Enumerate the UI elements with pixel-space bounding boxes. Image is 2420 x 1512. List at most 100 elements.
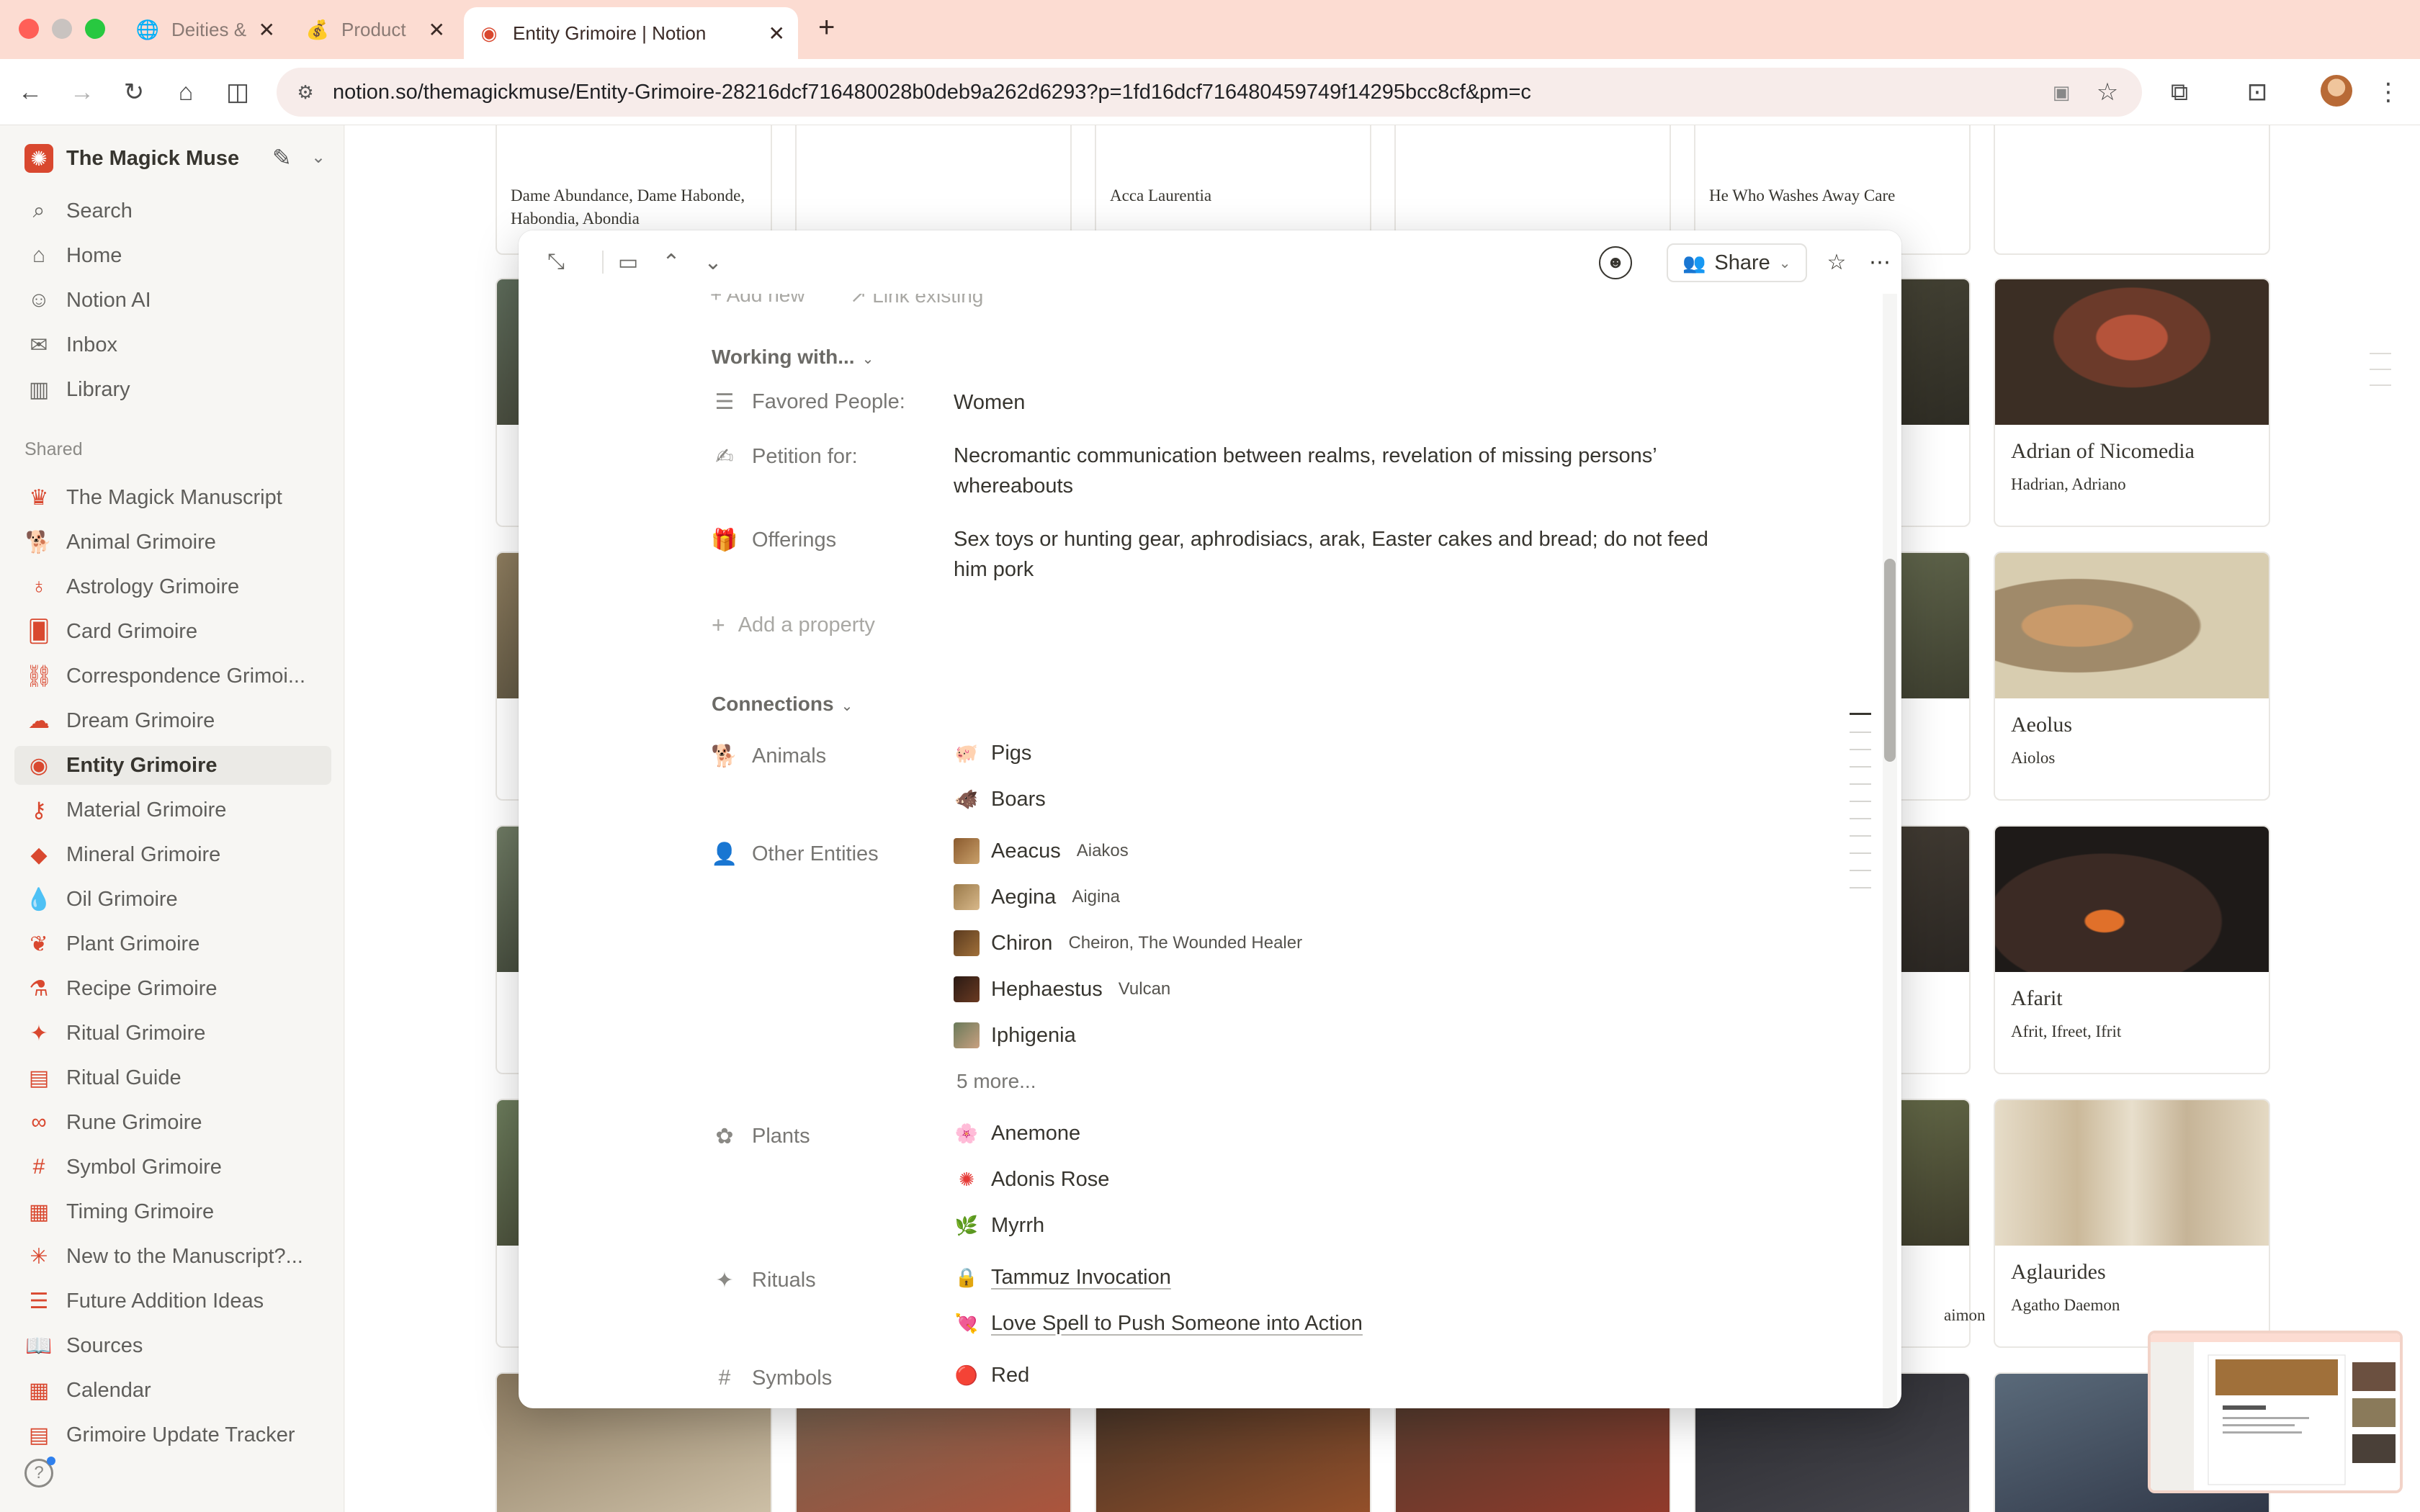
sidebar-item-recipe-grimoire[interactable]: ⚗ Recipe Grimoire	[14, 969, 331, 1008]
property-favored-people[interactable]: ☰ Favored People:	[710, 387, 905, 416]
property-petition-for[interactable]: ✍ Petition for:	[710, 442, 857, 471]
property-symbols[interactable]: # Symbols	[710, 1364, 833, 1392]
sidebar-item-symbol-grimoire[interactable]: # Symbol Grimoire	[14, 1148, 331, 1187]
sidebar-item-library[interactable]: ▥ Library	[14, 370, 331, 409]
page-minimap-preview[interactable]	[2148, 1331, 2403, 1493]
sidebar-item-card-grimoire[interactable]: 🂠 Card Grimoire	[14, 612, 331, 651]
relation-aeacus[interactable]: Aeacus Aiakos	[954, 838, 1129, 864]
collaborator-avatar[interactable]: ☻	[1599, 246, 1632, 279]
browser-tab-entity-grimoire[interactable]: ◉ Entity Grimoire | Notion ✕	[464, 7, 798, 59]
notion-extension-icon[interactable]: ▣	[2045, 76, 2077, 108]
close-tab-icon[interactable]: ✕	[429, 18, 445, 42]
sidebar-item-rune-grimoire[interactable]: ∞ Rune Grimoire	[14, 1103, 331, 1142]
profile-avatar[interactable]	[2321, 75, 2352, 107]
sidebar-item-animal-grimoire[interactable]: 🐕 Animal Grimoire	[14, 523, 331, 562]
sidebar-item-plant-grimoire[interactable]: ❦ Plant Grimoire	[14, 924, 331, 963]
toc-indicator[interactable]	[1850, 852, 1871, 854]
home-icon[interactable]: ⌂	[170, 76, 202, 108]
gallery-card-adrian[interactable]: Adrian of Nicomedia Hadrian, Adriano	[1994, 278, 2270, 527]
gallery-card-aeolus[interactable]: Aeolus Aiolos	[1994, 552, 2270, 801]
sidebar-item-home[interactable]: ⌂ Home	[14, 236, 331, 275]
gallery-card-aglaurides[interactable]: Aglaurides Agatho Daemon	[1994, 1099, 2270, 1348]
sidebar-item-ritual-grimoire[interactable]: ✦ Ritual Grimoire	[14, 1014, 331, 1053]
sidebar-item-correspondence-grimoire[interactable]: ⛓ Correspondence Grimoi...	[14, 657, 331, 696]
toc-indicator[interactable]	[1850, 887, 1871, 888]
toc-indicator[interactable]	[1850, 766, 1871, 768]
modal-scrollbar-track[interactable]	[1883, 294, 1897, 1408]
browser-tab-deities[interactable]: 🌐 Deities & ✕	[122, 7, 288, 52]
sidebar-item-mineral-grimoire[interactable]: ◆ Mineral Grimoire	[14, 835, 331, 874]
sidebar-item-oil-grimoire[interactable]: 💧 Oil Grimoire	[14, 880, 331, 919]
workspace-switcher[interactable]: ✺ The Magick Muse	[24, 143, 239, 174]
property-animals[interactable]: 🐕 Animals	[710, 742, 826, 770]
favorite-star-icon[interactable]: ☆	[1821, 246, 1852, 278]
new-page-icon[interactable]: ✎	[272, 144, 292, 171]
bookmark-star-icon[interactable]: ☆	[2092, 76, 2123, 108]
gallery-card[interactable]	[1994, 125, 2270, 255]
relation-hephaestus[interactable]: Hephaestus Vulcan	[954, 976, 1170, 1002]
sidebar-item-grimoire-update-tracker[interactable]: ▤ Grimoire Update Tracker	[14, 1416, 331, 1454]
sidebar-item-sources[interactable]: 📖 Sources	[14, 1326, 331, 1365]
expand-icon[interactable]: ⤡	[540, 246, 572, 278]
toc-indicator[interactable]	[1850, 732, 1871, 733]
toc-indicator-active[interactable]	[1850, 713, 1871, 715]
modal-scrollbar-thumb[interactable]	[1884, 559, 1896, 762]
relation-adonis-rose[interactable]: ✺ Adonis Rose	[954, 1166, 1109, 1192]
connections-section-toggle[interactable]: Connections ⌄	[712, 693, 853, 716]
sidebar-toggle-icon[interactable]: ◫	[222, 76, 254, 108]
show-more-entities-link[interactable]: 5 more...	[956, 1070, 1036, 1093]
close-window-button[interactable]	[19, 19, 39, 39]
forward-button[interactable]: →	[66, 76, 98, 108]
address-bar[interactable]: ⚙ notion.so/themagickmuse/Entity-Grimoir…	[277, 68, 2142, 117]
add-property-button[interactable]: + Add a property	[712, 612, 875, 639]
sidebar-item-inbox[interactable]: ✉ Inbox	[14, 325, 331, 364]
sidebar-item-calendar[interactable]: ▦ Calendar	[14, 1371, 331, 1410]
relation-pigs[interactable]: 🐖 Pigs	[954, 740, 1032, 766]
toc-indicator[interactable]	[1850, 870, 1871, 871]
relation-love-spell[interactable]: 💘 Love Spell to Push Someone into Action	[954, 1310, 1363, 1336]
relation-anemone[interactable]: 🌸 Anemone	[954, 1120, 1080, 1146]
maximize-window-button[interactable]	[85, 19, 105, 39]
relation-iphigenia[interactable]: Iphigenia	[954, 1022, 1076, 1048]
relation-red[interactable]: 🔴 Red	[954, 1362, 1029, 1388]
property-rituals[interactable]: ✦ Rituals	[710, 1266, 815, 1295]
toc-indicator[interactable]	[1850, 783, 1871, 785]
sidebar-item-entity-grimoire[interactable]: ◉ Entity Grimoire	[14, 746, 331, 785]
back-button[interactable]: ←	[14, 76, 46, 108]
sidebar-item-material-grimoire[interactable]: ⚷ Material Grimoire	[14, 791, 331, 829]
sidebar-item-dream-grimoire[interactable]: ☁ Dream Grimoire	[14, 701, 331, 740]
property-value-favored-people[interactable]: Women	[954, 387, 1717, 418]
sidebar-item-new-to-manuscript[interactable]: ✳ New to the Manuscript?...	[14, 1237, 331, 1276]
more-options-icon[interactable]: ⋯	[1864, 246, 1896, 278]
sidebar-item-notion-ai[interactable]: ☺ Notion AI	[14, 281, 331, 320]
property-value-offerings[interactable]: Sex toys or hunting gear, aphrodisiacs, …	[954, 524, 1717, 585]
tab-search-icon[interactable]: ⊡	[2241, 76, 2273, 108]
toc-indicator[interactable]	[1850, 818, 1871, 819]
new-tab-button[interactable]: +	[818, 12, 835, 44]
sidebar-item-ritual-guide[interactable]: ▤ Ritual Guide	[14, 1058, 331, 1097]
relation-chiron[interactable]: Chiron Cheiron, The Wounded Healer	[954, 930, 1302, 956]
site-settings-icon[interactable]: ⚙	[292, 79, 318, 105]
relation-boars[interactable]: 🐗 Boars	[954, 786, 1046, 812]
toc-indicator[interactable]	[1850, 801, 1871, 802]
working-with-section-toggle[interactable]: Working with... ⌄	[712, 346, 874, 369]
minimize-window-button[interactable]	[52, 19, 72, 39]
extensions-icon[interactable]: ⧉	[2164, 76, 2195, 108]
chevron-down-icon[interactable]: ⌄	[697, 246, 729, 278]
browser-menu-icon[interactable]: ⋮	[2372, 76, 2404, 108]
share-button[interactable]: 👥 Share ⌄	[1667, 243, 1807, 282]
gallery-card-afarit[interactable]: Afarit Afrit, Ifreet, Ifrit	[1994, 825, 2270, 1074]
relation-myrrh[interactable]: 🌿 Myrrh	[954, 1212, 1044, 1238]
chevron-down-icon[interactable]: ⌄	[311, 147, 326, 168]
sidebar-item-magick-manuscript[interactable]: ♛ The Magick Manuscript	[14, 478, 331, 517]
sidebar-item-future-addition-ideas[interactable]: ☰ Future Addition Ideas	[14, 1282, 331, 1320]
reload-button[interactable]: ↻	[118, 76, 150, 108]
sidebar-item-astrology-grimoire[interactable]: ♁ Astrology Grimoire	[14, 567, 331, 606]
chevron-up-icon[interactable]: ⌃	[655, 246, 687, 278]
browser-tab-product[interactable]: 💰 Product ✕	[292, 7, 458, 52]
peek-mode-icon[interactable]: ▭	[612, 246, 644, 278]
property-plants[interactable]: ✿ Plants	[710, 1122, 810, 1151]
property-other-entities[interactable]: 👤 Other Entities	[710, 840, 878, 868]
sidebar-item-timing-grimoire[interactable]: ▦ Timing Grimoire	[14, 1192, 331, 1231]
relation-tammuz-invocation[interactable]: 🔒 Tammuz Invocation	[954, 1264, 1171, 1290]
